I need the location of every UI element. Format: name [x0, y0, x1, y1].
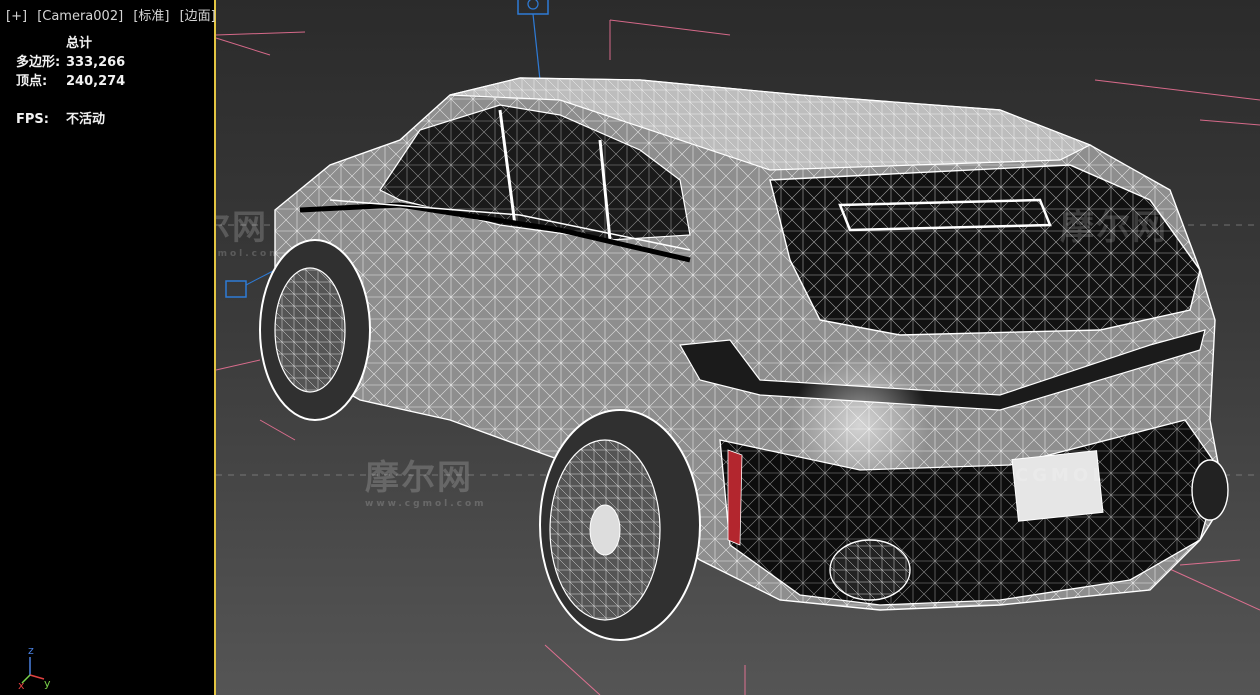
- viewport-shading-menu[interactable]: [标准]: [133, 9, 169, 24]
- car-wireframe[interactable]: [274, 77, 1229, 611]
- rear-wheel[interactable]: [539, 409, 701, 641]
- viewport-camera-menu[interactable]: [Camera002]: [37, 9, 123, 24]
- stat-label: FPS:: [16, 112, 49, 127]
- stats-fps-row: FPS: 不活动: [16, 110, 125, 129]
- viewport-display-menu[interactable]: [边面]: [180, 9, 216, 24]
- scene-statistics: 总计 多边形: 333,266 顶点: 240,274 FPS: 不活动: [16, 34, 125, 129]
- stat-value: 240,274: [66, 74, 126, 89]
- axis-z-label: z: [28, 645, 34, 657]
- stat-label: 顶点:: [16, 74, 48, 89]
- axis-y-label: y: [44, 677, 51, 689]
- watermark: 摩尔网 www.cgmol.com: [365, 458, 487, 509]
- stats-vertices-row: 顶点: 240,274: [16, 72, 125, 91]
- axis-tripod-icon: z x y: [18, 645, 51, 689]
- viewport-label-menu[interactable]: [+] [Camera002] [标准] [边面]: [6, 5, 222, 24]
- stat-value: 333,266: [66, 55, 126, 70]
- viewport-plus-menu[interactable]: [+]: [6, 9, 27, 24]
- axis-x-label: x: [18, 679, 25, 689]
- watermark: 摩尔网: [1060, 208, 1168, 248]
- active-viewport-border: [214, 0, 216, 695]
- stat-label: 多边形:: [16, 55, 61, 70]
- stats-polygons-row: 多边形: 333,266: [16, 53, 125, 72]
- camera-gizmo[interactable]: [517, 0, 549, 81]
- stats-heading: 总计: [66, 36, 93, 51]
- watermark: CGMOL: [1015, 465, 1108, 486]
- stat-value: 不活动: [66, 112, 106, 127]
- front-wheel[interactable]: [259, 239, 371, 421]
